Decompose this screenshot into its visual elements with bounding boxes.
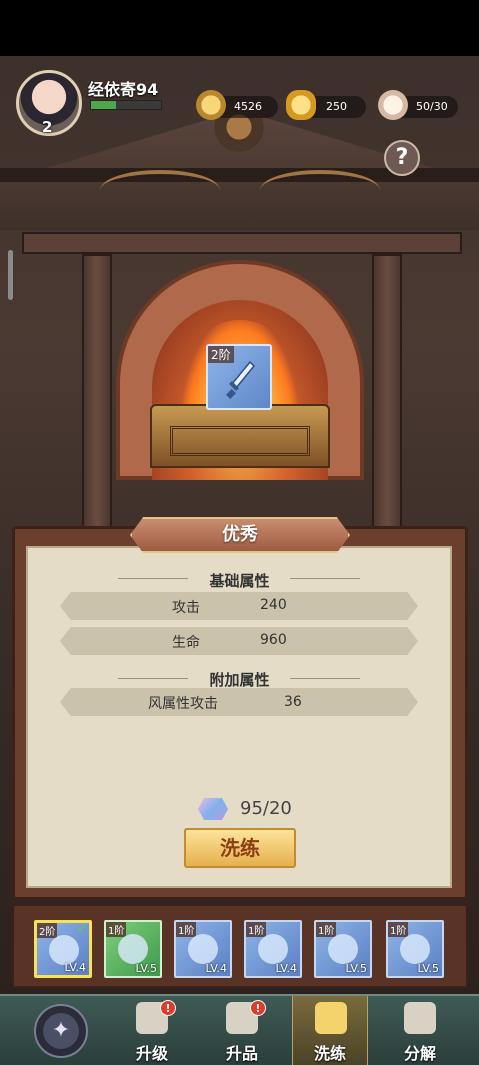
stat-name: 生命	[172, 635, 200, 651]
nav-tab[interactable]: 升品!	[204, 996, 280, 1065]
scroll-handle[interactable]	[8, 250, 13, 300]
armor-icon	[258, 934, 288, 964]
slot-tier: 2阶	[37, 923, 58, 938]
slot-level: LV.4	[275, 962, 297, 975]
ornament-wing-left	[100, 170, 220, 210]
equipment-slot[interactable]: 1阶 LV.5	[104, 920, 162, 978]
stat-row-wind-attack: 风属性攻击 36	[60, 688, 418, 716]
pillar-right	[372, 254, 402, 534]
stat-name: 风属性攻击	[148, 696, 218, 712]
bracelet-icon	[188, 934, 218, 964]
alert-badge: !	[160, 1000, 176, 1016]
stat-name: 攻击	[172, 600, 200, 616]
ring-icon	[328, 934, 358, 964]
nav-tab-label: 升级	[135, 1044, 168, 1063]
status-bar-blank	[0, 0, 479, 56]
nav-tab-icon	[315, 1002, 347, 1034]
slot-level: LV.4	[64, 961, 86, 974]
refine-button[interactable]: 洗练	[184, 828, 296, 868]
nav-tab[interactable]: 升级!	[114, 996, 190, 1065]
nav-tab-label: 分解	[403, 1044, 436, 1063]
slot-level: LV.4	[205, 962, 227, 975]
extra-attributes-title: 附加属性	[209, 671, 270, 689]
resource-stamina-value: 50/30	[416, 100, 448, 113]
altar-pattern	[170, 426, 310, 456]
player-name: 经依寄94	[88, 80, 159, 99]
slot-tier: 1阶	[246, 922, 267, 937]
boots-icon	[400, 934, 430, 964]
stat-value: 240	[260, 597, 287, 613]
forging-item-card[interactable]: 2阶	[206, 344, 272, 410]
nav-tab[interactable]: 分解	[382, 996, 458, 1065]
refine-cost: 95/20	[240, 798, 292, 819]
slot-tier: 1阶	[388, 922, 409, 937]
equipment-slot[interactable]: 1阶 LV.4	[244, 920, 302, 978]
slot-tier: 1阶	[316, 922, 337, 937]
ornament-wing-right	[260, 170, 380, 210]
stamina-bun-icon[interactable]	[378, 90, 408, 120]
equipment-slot[interactable]: 1阶 LV.5	[314, 920, 372, 978]
helmet-icon	[118, 934, 148, 964]
nav-tab-label: 洗练	[313, 1044, 346, 1063]
help-button[interactable]: ?	[384, 140, 420, 176]
base-attributes-title: 基础属性	[209, 572, 270, 590]
refine-stone-icon	[198, 798, 228, 820]
slot-tier: 1阶	[176, 922, 197, 937]
rarity-banner: 优秀	[130, 517, 350, 553]
pillar-left	[82, 254, 112, 534]
player-level: 2	[42, 118, 53, 136]
wooden-beam	[22, 232, 462, 254]
gold-coin-icon[interactable]	[196, 90, 226, 120]
resource-gold-value: 4526	[234, 100, 262, 113]
stat-row-attack: 攻击 240	[60, 592, 418, 620]
exp-bar	[90, 100, 162, 110]
slot-tier: 1阶	[106, 922, 127, 937]
gold-ingot-icon[interactable]	[286, 90, 316, 120]
equipment-slot[interactable]: 2阶 LV.4 ✓	[34, 920, 92, 978]
check-icon: ✓	[76, 921, 88, 937]
slot-level: LV.5	[345, 962, 367, 975]
home-emblem-icon[interactable]: ✦	[34, 1004, 88, 1058]
nav-tab-label: 升品	[225, 1044, 258, 1063]
alert-badge: !	[250, 1000, 266, 1016]
stat-value: 36	[284, 694, 302, 710]
resource-ingot-value: 250	[326, 100, 347, 113]
equipment-slot[interactable]: 1阶 LV.5	[386, 920, 444, 978]
stat-value: 960	[260, 632, 287, 648]
nav-tab[interactable]: 洗练	[292, 996, 368, 1065]
slot-level: LV.5	[135, 962, 157, 975]
equipment-slot[interactable]: 1阶 LV.4	[174, 920, 232, 978]
dagger-icon	[226, 360, 256, 399]
stat-row-hp: 生命 960	[60, 627, 418, 655]
slot-level: LV.5	[417, 962, 439, 975]
nav-tab-icon	[404, 1002, 436, 1034]
exp-fill	[91, 101, 116, 109]
